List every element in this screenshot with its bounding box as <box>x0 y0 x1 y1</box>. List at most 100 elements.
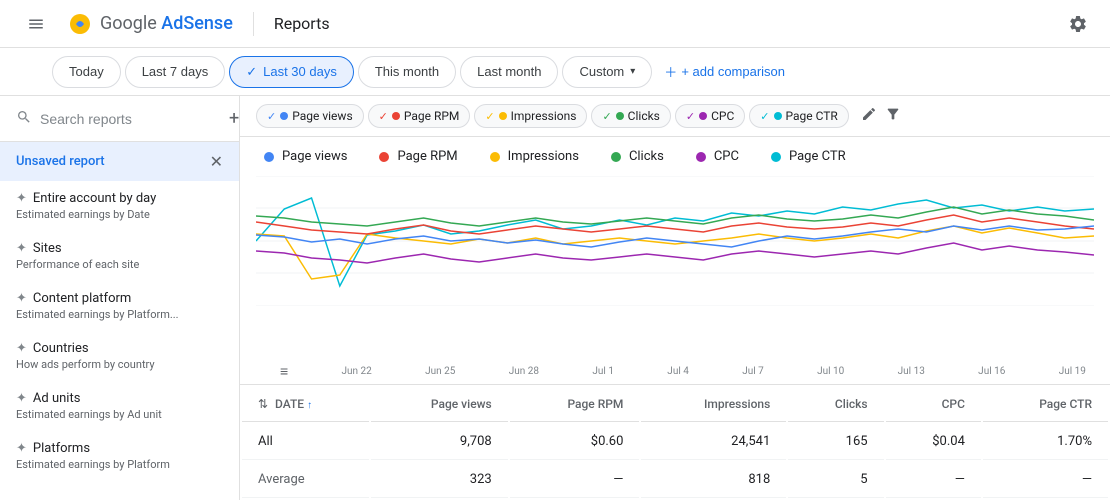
tab-clicks[interactable]: ✓ Clicks <box>591 104 670 128</box>
sidebar-item-content-platform[interactable]: ✦ Content platform Estimated earnings by… <box>0 281 239 331</box>
col-header-page-views[interactable]: Page views <box>371 387 508 422</box>
date-label-1: Jun 25 <box>425 366 455 377</box>
filter-last30[interactable]: ✓ Last 30 days <box>229 56 354 88</box>
tab-label-cpc: CPC <box>711 109 734 123</box>
add-report-icon[interactable]: + <box>229 108 239 129</box>
tab-check-page-views: ✓ <box>267 110 276 123</box>
tab-page-ctr[interactable]: ✓ Page CTR <box>749 104 849 128</box>
sparkle-icon-ad-units: ✦ <box>16 391 27 406</box>
tab-dot-cpc <box>699 112 707 120</box>
col-header-clicks[interactable]: Clicks <box>788 387 883 422</box>
logo: Google AdSense <box>68 12 233 36</box>
close-report-icon[interactable]: ✕ <box>210 152 223 171</box>
sidebar-item-countries[interactable]: ✦ Countries How ads perform by country ⋮ <box>0 331 239 381</box>
legend-cpc: CPC <box>696 149 739 164</box>
legend-dot-page-views <box>264 152 274 162</box>
col-header-cpc[interactable]: CPC <box>886 387 981 422</box>
add-comparison-label: + add comparison <box>681 64 785 79</box>
date-label-5: Jul 7 <box>742 366 764 377</box>
date-axis: ≡ Jun 22 Jun 25 Jun 28 Jul 1 Jul 4 Jul 7… <box>240 359 1110 384</box>
legend-label-page-ctr: Page CTR <box>789 149 846 164</box>
edit-metrics-icon[interactable] <box>861 106 877 126</box>
logo-brand: Google AdSense <box>100 13 233 34</box>
sidebar-item-desc-content-platform: Estimated earnings by Platform... <box>16 308 205 321</box>
page-title: Reports <box>274 14 330 33</box>
cell-avg-cpc: — <box>886 462 981 498</box>
sidebar-item-label-sites: Sites <box>33 241 62 256</box>
tab-check-cpc: ✓ <box>686 110 695 123</box>
settings-button[interactable] <box>1062 8 1094 40</box>
cell-avg-page-views: 323 <box>371 462 508 498</box>
data-table: ⇅ DATE ↑ Page views Page RPM Impressions… <box>240 384 1110 500</box>
tab-check-clicks: ✓ <box>602 110 611 123</box>
add-comparison-button[interactable]: ＋ + add comparison <box>656 56 793 88</box>
sidebar-item-label-entire-account: Entire account by day <box>33 191 156 206</box>
legend-impressions: Impressions <box>490 149 579 164</box>
date-label-8: Jul 16 <box>978 366 1005 377</box>
col-header-page-ctr[interactable]: Page CTR <box>983 387 1108 422</box>
sidebar-item-entire-account[interactable]: ✦ Entire account by day Estimated earnin… <box>0 181 239 231</box>
line-impressions <box>256 226 1094 279</box>
tab-check-page-ctr: ✓ <box>760 110 769 123</box>
axis-icon: ≡ <box>280 363 288 380</box>
topbar-divider <box>253 12 254 36</box>
legend-page-ctr: Page CTR <box>771 149 846 164</box>
legend-page-views: Page views <box>264 149 347 164</box>
legend-dot-page-rpm <box>379 152 389 162</box>
sparkle-icon-entire: ✦ <box>16 191 27 206</box>
col-header-impressions[interactable]: Impressions <box>641 387 786 422</box>
sidebar-item-sites[interactable]: ✦ Sites Performance of each site ⋮ <box>0 231 239 281</box>
sidebar-item-label-ad-units: Ad units <box>33 391 81 406</box>
table-row-average: Average 323 — 818 5 — — <box>242 462 1108 498</box>
tab-page-views[interactable]: ✓ Page views <box>256 104 364 128</box>
col-align-icon: ⇅ <box>258 397 268 411</box>
table-row-all: All 9,708 $0.60 24,541 165 $0.04 1.70% <box>242 424 1108 460</box>
search-input[interactable] <box>40 111 221 127</box>
sparkle-icon-countries: ✦ <box>16 341 27 356</box>
date-label-9: Jul 19 <box>1059 366 1086 377</box>
filter-today[interactable]: Today <box>52 56 121 88</box>
active-report-item[interactable]: Unsaved report ✕ <box>0 142 239 181</box>
tab-impressions[interactable]: ✓ Impressions <box>474 104 587 128</box>
tab-label-impressions: Impressions <box>511 109 577 123</box>
filter-lastmonth[interactable]: Last month <box>460 56 558 88</box>
sparkle-icon-content: ✦ <box>16 291 27 306</box>
legend-clicks: Clicks <box>611 149 664 164</box>
date-label-6: Jul 10 <box>817 366 844 377</box>
date-label-7: Jul 13 <box>898 366 925 377</box>
tab-page-rpm[interactable]: ✓ Page RPM <box>368 104 471 128</box>
sidebar-item-platforms[interactable]: ✦ Platforms Estimated earnings by Platfo… <box>0 431 239 481</box>
google-adsense-logo-icon <box>68 12 92 36</box>
filter-thismonth[interactable]: This month <box>358 56 456 88</box>
sidebar-item-label-content-platform: Content platform <box>33 291 131 306</box>
menu-button[interactable] <box>16 15 56 33</box>
line-cpc <box>256 243 1094 263</box>
sparkle-icon-sites: ✦ <box>16 241 27 256</box>
sidebar-item-desc-ad-units: Estimated earnings by Ad unit <box>16 408 205 421</box>
tab-label-page-ctr: Page CTR <box>786 109 838 123</box>
legend-label-page-views: Page views <box>282 149 347 164</box>
tab-cpc[interactable]: ✓ CPC <box>675 104 745 128</box>
col-header-page-rpm[interactable]: Page RPM <box>510 387 640 422</box>
legend-page-rpm: Page RPM <box>379 149 457 164</box>
report-content: ✓ Page views ✓ Page RPM ✓ Impressions ✓ … <box>240 96 1110 500</box>
filter-custom[interactable]: Custom ▾ <box>562 56 652 88</box>
sort-arrow-icon: ↑ <box>307 400 312 411</box>
sidebar-item-ad-units[interactable]: ✦ Ad units Estimated earnings by Ad unit… <box>0 381 239 431</box>
cell-all-cpc: $0.04 <box>886 424 981 460</box>
dropdown-arrow-icon: ▾ <box>630 66 635 77</box>
filter-last7[interactable]: Last 7 days <box>125 56 226 88</box>
cell-avg-page-ctr: — <box>983 462 1108 498</box>
cell-avg-impressions: 818 <box>641 462 786 498</box>
cell-all-page-views: 9,708 <box>371 424 508 460</box>
tab-label-page-rpm: Page RPM <box>404 109 460 123</box>
date-label-3: Jul 1 <box>592 366 614 377</box>
tab-dot-page-views <box>280 112 288 120</box>
legend-dot-page-ctr <box>771 152 781 162</box>
legend-label-impressions: Impressions <box>508 149 579 164</box>
legend-label-cpc: CPC <box>714 149 739 164</box>
col-header-date[interactable]: ⇅ DATE ↑ <box>242 387 369 422</box>
search-icon <box>16 109 32 129</box>
chart-svg <box>256 176 1094 306</box>
filter-chart-icon[interactable] <box>885 106 901 126</box>
